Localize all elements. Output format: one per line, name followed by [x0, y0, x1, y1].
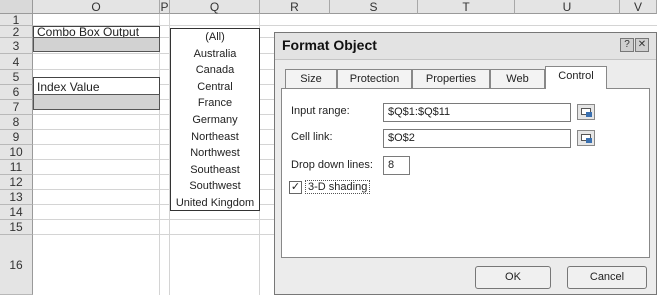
- control-panel: Input range: $Q$1:$Q$11 Cell link: $O$2 …: [281, 88, 650, 258]
- row-header-12[interactable]: 12: [0, 175, 33, 190]
- tab-web[interactable]: Web: [490, 69, 545, 89]
- list-item[interactable]: (All): [171, 29, 259, 46]
- column-header-r[interactable]: R: [260, 0, 330, 14]
- cancel-button[interactable]: Cancel: [567, 266, 647, 289]
- close-button[interactable]: ✕: [635, 38, 649, 52]
- row-header-16[interactable]: 16: [0, 235, 33, 295]
- close-icon: ✕: [637, 39, 647, 50]
- column-header-s[interactable]: S: [330, 0, 418, 14]
- region-list[interactable]: (All) Australia Canada Central France Ge…: [170, 28, 260, 211]
- input-range-field[interactable]: $Q$1:$Q$11: [383, 103, 571, 122]
- row-header-5[interactable]: 5: [0, 70, 33, 85]
- list-item[interactable]: Australia: [171, 46, 259, 63]
- list-item[interactable]: Northwest: [171, 145, 259, 162]
- drop-down-lines-label: Drop down lines:: [291, 159, 373, 171]
- row-header-11[interactable]: 11: [0, 160, 33, 175]
- tab-properties[interactable]: Properties: [412, 69, 490, 89]
- row-header-10[interactable]: 10: [0, 145, 33, 160]
- help-icon: ?: [624, 39, 630, 50]
- format-object-dialog: Format Object ? ✕ Size Protection Proper…: [274, 32, 657, 295]
- combo-box-output-value[interactable]: [33, 37, 160, 52]
- shading-label[interactable]: 3-D shading: [305, 180, 371, 194]
- list-item[interactable]: Southwest: [171, 178, 259, 195]
- tab-control[interactable]: Control: [545, 66, 607, 89]
- column-header-u[interactable]: U: [515, 0, 620, 14]
- input-range-label: Input range:: [291, 105, 350, 117]
- cell-link-field[interactable]: $O$2: [383, 129, 571, 148]
- row-header-15[interactable]: 15: [0, 220, 33, 235]
- check-icon: ✓: [290, 181, 301, 193]
- column-header-p[interactable]: P: [160, 0, 170, 14]
- row-header-9[interactable]: 9: [0, 130, 33, 145]
- list-item[interactable]: Central: [171, 79, 259, 96]
- column-header-t[interactable]: T: [418, 0, 515, 14]
- list-item[interactable]: United Kingdom: [171, 195, 259, 212]
- column-header-v[interactable]: V: [620, 0, 657, 14]
- range-picker-arrow: [586, 138, 592, 143]
- list-item[interactable]: Northeast: [171, 129, 259, 146]
- ok-button[interactable]: OK: [475, 266, 551, 289]
- column-gridline: [159, 14, 160, 295]
- row-header-3[interactable]: 3: [0, 38, 33, 54]
- row-header-13[interactable]: 13: [0, 190, 33, 205]
- index-value-label: Index Value: [37, 80, 100, 94]
- row-header-6[interactable]: 6: [0, 85, 33, 100]
- row-header-8[interactable]: 8: [0, 115, 33, 130]
- drop-down-lines-field[interactable]: 8: [383, 156, 410, 175]
- dialog-tabs: Size Protection Properties Web Control: [285, 66, 645, 89]
- cell-link-picker-button[interactable]: [577, 130, 595, 146]
- input-range-picker-button[interactable]: [577, 104, 595, 120]
- shading-checkbox[interactable]: ✓: [289, 181, 302, 194]
- column-header-q[interactable]: Q: [170, 0, 260, 14]
- list-item[interactable]: France: [171, 95, 259, 112]
- row-header-2[interactable]: 2: [0, 26, 33, 38]
- list-item[interactable]: Southeast: [171, 162, 259, 179]
- column-header-o[interactable]: O: [33, 0, 160, 14]
- cell-link-label: Cell link:: [291, 131, 333, 143]
- list-item[interactable]: Germany: [171, 112, 259, 129]
- dialog-titlebar[interactable]: Format Object ? ✕: [275, 33, 656, 60]
- select-all-corner[interactable]: [0, 0, 33, 14]
- row-header-4[interactable]: 4: [0, 54, 33, 70]
- row-header-14[interactable]: 14: [0, 205, 33, 220]
- dialog-title: Format Object: [282, 37, 377, 53]
- index-value-output[interactable]: [33, 94, 160, 110]
- help-button[interactable]: ?: [620, 38, 634, 52]
- row-header-7[interactable]: 7: [0, 100, 33, 115]
- range-picker-arrow: [586, 112, 592, 117]
- tab-size[interactable]: Size: [285, 69, 337, 89]
- list-item[interactable]: Canada: [171, 62, 259, 79]
- tab-protection[interactable]: Protection: [337, 69, 412, 89]
